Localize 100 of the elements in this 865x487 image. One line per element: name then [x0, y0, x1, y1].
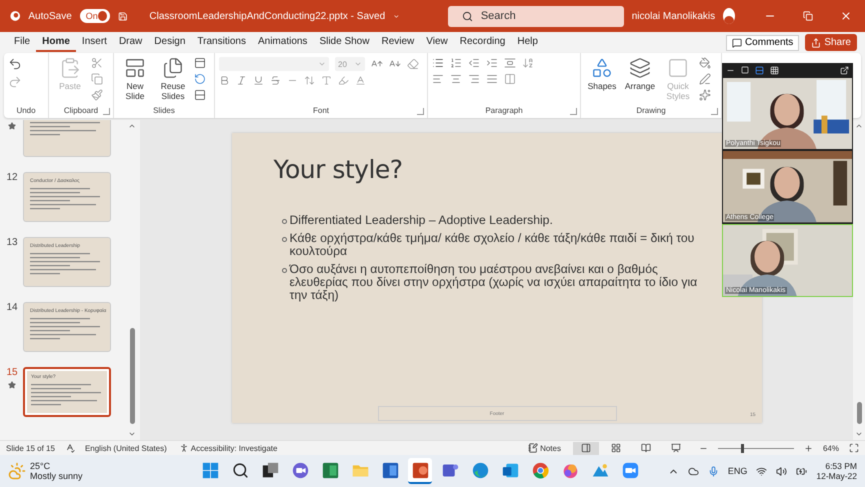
autosave-toggle[interactable]: On	[80, 9, 110, 23]
gallery-view-icon[interactable]	[770, 66, 779, 74]
menu-tab[interactable]: Slide Show	[313, 33, 376, 52]
paint-app-icon[interactable]	[562, 462, 578, 478]
strip-view-icon[interactable]	[755, 66, 764, 74]
bullet-icon	[282, 237, 286, 242]
volume-icon[interactable]	[776, 466, 788, 476]
columns-icon[interactable]	[504, 73, 516, 85]
menu-tab[interactable]: Recording	[454, 33, 512, 52]
cloud-icon[interactable]	[688, 466, 699, 476]
spreadsheet-app-icon[interactable]	[322, 462, 338, 478]
cut-icon[interactable]	[91, 57, 103, 69]
pop-out-icon[interactable]	[840, 66, 849, 74]
caret-icon	[354, 60, 362, 68]
save-icon[interactable]	[118, 10, 128, 22]
clear-format-icon[interactable]	[407, 58, 419, 70]
ribbon-button[interactable]: Arrange	[623, 57, 657, 92]
video-call-icon[interactable]	[622, 462, 638, 478]
align-center-icon[interactable]	[450, 73, 462, 85]
browser-icon[interactable]	[472, 462, 488, 478]
italic-icon[interactable]	[236, 75, 247, 86]
mail-app-icon[interactable]	[502, 462, 518, 478]
proofing-icon[interactable]	[64, 443, 75, 453]
strikethrough-icon[interactable]	[270, 75, 281, 86]
fit-to-window-icon[interactable]	[849, 443, 859, 453]
speaker-view-icon[interactable]	[741, 66, 749, 74]
share-button[interactable]: Share	[805, 34, 857, 51]
format-painter-icon[interactable]	[91, 89, 103, 101]
underline-icon[interactable]	[253, 75, 264, 86]
scrollbar-thumb[interactable]	[856, 402, 862, 424]
menu-tab[interactable]: Help	[511, 33, 544, 52]
photos-icon[interactable]	[592, 462, 608, 478]
increase-indent-icon[interactable]	[486, 57, 498, 69]
accessibility-button[interactable]: Accessibility: Investigate	[176, 443, 280, 453]
battery-icon[interactable]	[796, 466, 808, 476]
line-spacing-icon[interactable]	[504, 57, 516, 69]
layout-icon[interactable]	[194, 57, 206, 69]
normal-view-icon	[580, 443, 591, 453]
search-field[interactable]: Search	[448, 6, 624, 26]
font-name-field[interactable]	[219, 57, 329, 71]
avatar[interactable]	[723, 8, 735, 24]
effects-icon[interactable]	[699, 89, 711, 101]
text-direction-icon[interactable]	[522, 57, 534, 69]
slide-thumbnail[interactable]	[23, 120, 111, 157]
spacing-icon[interactable]	[304, 75, 315, 86]
ribbon-button[interactable]: Reuse Slides	[156, 57, 190, 102]
section-icon[interactable]	[194, 89, 206, 101]
zoom-in-icon[interactable]	[804, 444, 813, 452]
slideshow-view-icon	[670, 443, 681, 453]
comments-button[interactable]: Comments	[726, 34, 800, 50]
wifi-icon[interactable]	[756, 466, 768, 476]
task-view-icon[interactable]	[262, 462, 278, 478]
align-right-icon[interactable]	[468, 73, 480, 85]
normal-view-button[interactable]	[572, 442, 599, 454]
numbering-icon[interactable]	[450, 57, 462, 69]
outline-icon[interactable]	[699, 73, 711, 85]
document-app-icon[interactable]	[382, 462, 398, 478]
zoom-reading[interactable]: 64%	[822, 444, 839, 452]
start-icon[interactable]	[202, 462, 218, 478]
highlighter-icon[interactable]	[338, 75, 349, 86]
search-icon[interactable]	[232, 462, 248, 478]
scroll-up-icon[interactable]	[855, 122, 863, 130]
align-left-icon[interactable]	[432, 73, 444, 85]
chat-app-icon[interactable]	[292, 462, 308, 478]
group-label: Slides	[152, 106, 176, 117]
menu-tab[interactable]: Transitions	[191, 33, 252, 52]
menu-tab[interactable]: File	[8, 33, 36, 52]
notes-button[interactable]: Notes	[526, 443, 563, 453]
menu-tab[interactable]: Draw	[112, 33, 148, 52]
notes-icon	[528, 443, 538, 453]
reset-icon[interactable]	[194, 73, 206, 85]
undo-icon[interactable]	[8, 57, 22, 71]
menu-tab[interactable]: Animations	[252, 33, 314, 52]
zoom-slider-thumb[interactable]	[740, 444, 744, 452]
decrease-indent-icon[interactable]	[468, 57, 480, 69]
justify-icon[interactable]	[486, 73, 498, 85]
menu-tab[interactable]: Review	[375, 33, 420, 52]
browser-icon[interactable]	[532, 462, 548, 478]
scrollbar-thumb[interactable]	[130, 328, 134, 424]
copy-icon[interactable]	[91, 73, 103, 85]
file-name[interactable]: ClassroomLeadershipAndConducting22.pptx - Saved	[149, 10, 386, 22]
menu-tab[interactable]: Design	[148, 33, 192, 52]
scroll-down-icon[interactable]	[855, 430, 863, 438]
clock-time[interactable]: 6:53 PM	[825, 461, 857, 471]
scroll-down-icon[interactable]	[128, 430, 136, 438]
ribbon-button[interactable]: Shapes	[585, 57, 619, 92]
menu-tab[interactable]: View	[420, 33, 454, 52]
font-color-icon[interactable]	[355, 75, 366, 86]
presentation-app-icon[interactable]	[412, 462, 428, 478]
clock-date[interactable]: 12-May-22	[816, 471, 857, 481]
menu-tab[interactable]: Insert	[76, 33, 113, 52]
microphone-icon[interactable]	[708, 466, 719, 476]
scroll-up-icon[interactable]	[128, 122, 136, 130]
bold-icon[interactable]	[219, 75, 230, 86]
change-case-icon[interactable]	[321, 75, 332, 86]
input-language[interactable]: ENG	[728, 466, 748, 476]
team-chat-app-icon[interactable]	[442, 462, 458, 478]
language-label[interactable]: English (United States)	[84, 444, 167, 452]
fill-icon[interactable]	[699, 57, 711, 69]
ribbon-button[interactable]: New Slide	[118, 57, 152, 102]
